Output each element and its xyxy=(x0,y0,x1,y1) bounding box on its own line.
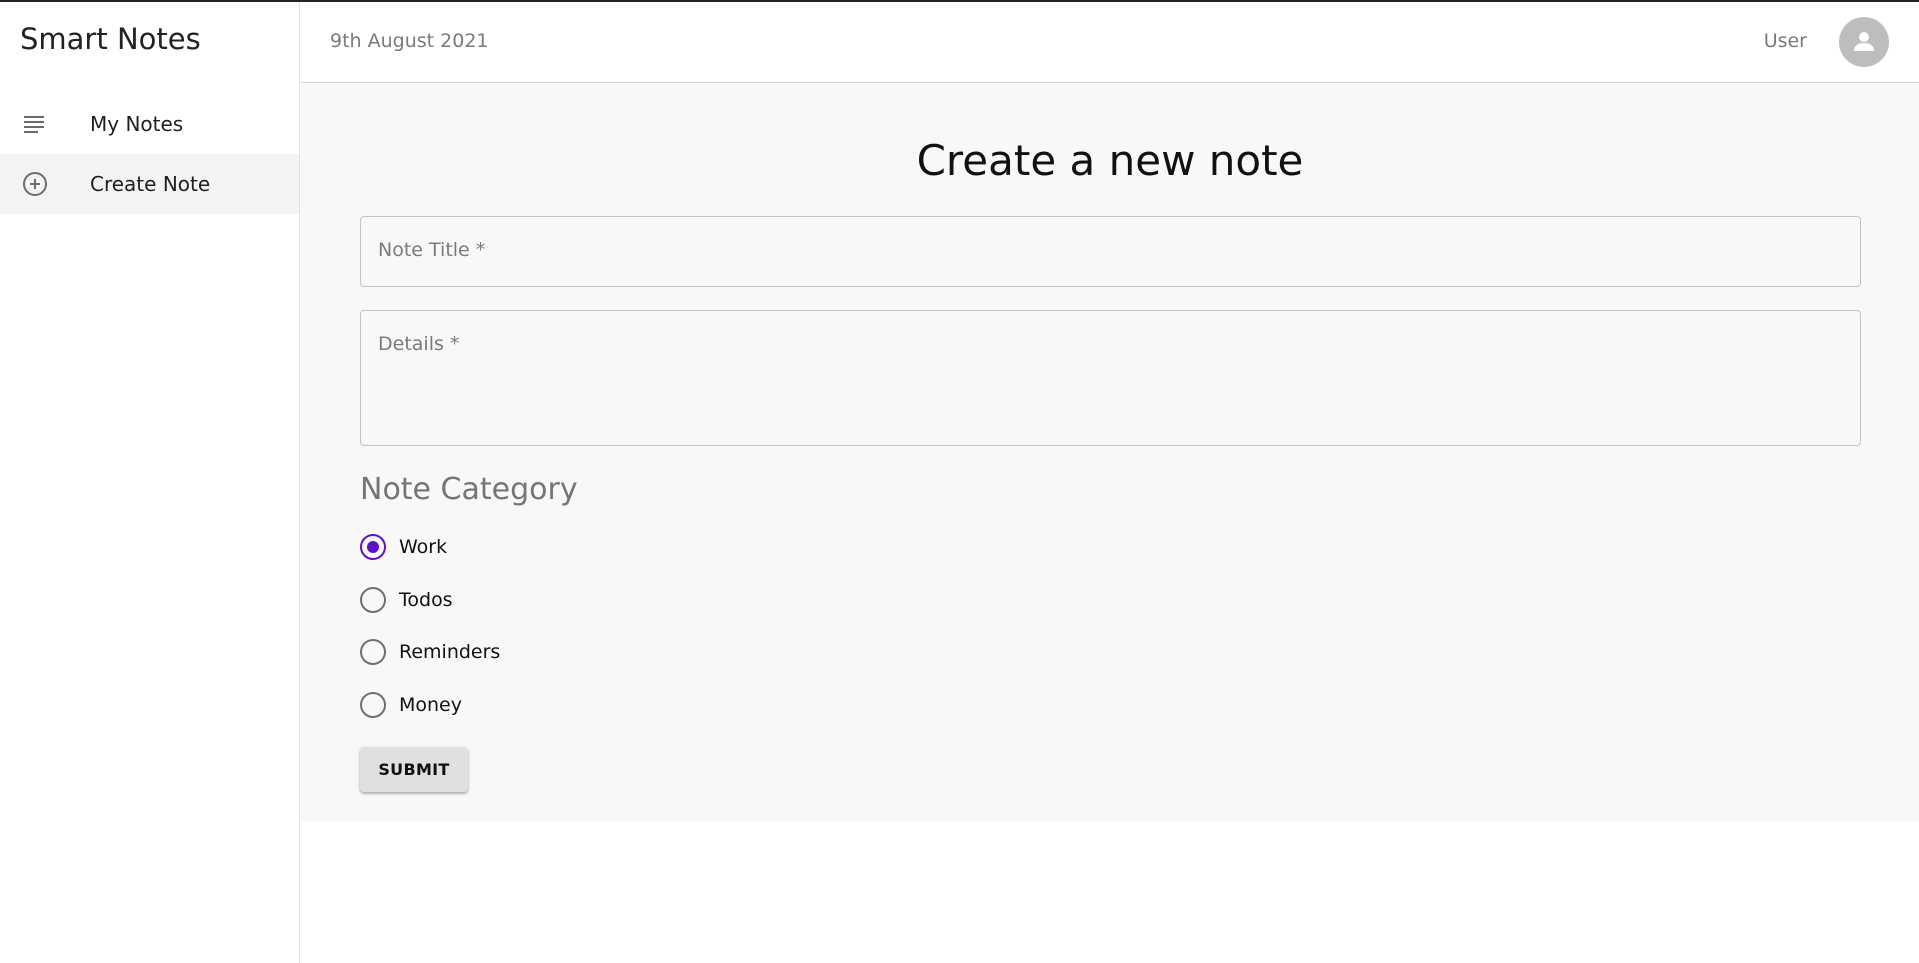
sidebar: Smart Notes My Notes Create Note xyxy=(0,2,300,963)
create-note-form: Create a new note Note Title * Details *… xyxy=(301,84,1919,822)
category-option-label: Reminders xyxy=(399,641,501,664)
category-option-money[interactable]: Money xyxy=(360,679,500,732)
details-field[interactable]: Details * xyxy=(360,310,1861,446)
radio-unchecked-icon[interactable] xyxy=(360,691,386,718)
sidebar-nav: My Notes Create Note xyxy=(0,94,299,214)
category-option-label: Money xyxy=(399,693,462,716)
radio-unchecked-icon[interactable] xyxy=(360,639,386,666)
radio-checked-icon[interactable] xyxy=(360,534,386,561)
sidebar-item-create-note[interactable]: Create Note xyxy=(0,154,299,214)
main-panel: 9th August 2021 User Create a new note N… xyxy=(301,2,1919,963)
details-textarea[interactable] xyxy=(361,311,1860,445)
category-option-todos[interactable]: Todos xyxy=(360,574,500,627)
app-title: Smart Notes xyxy=(20,22,201,56)
page-title: Create a new note xyxy=(916,136,1304,185)
account-avatar-icon[interactable] xyxy=(1839,17,1889,67)
category-option-reminders[interactable]: Reminders xyxy=(360,626,500,679)
user-name: User xyxy=(1763,30,1807,52)
sidebar-item-label: My Notes xyxy=(90,112,184,136)
note-category-heading: Note Category xyxy=(360,472,578,507)
current-date: 9th August 2021 xyxy=(330,30,489,52)
add-circle-icon xyxy=(0,171,90,197)
note-title-field[interactable]: Note Title * xyxy=(360,216,1861,287)
category-option-label: Work xyxy=(399,536,448,559)
category-option-work[interactable]: Work xyxy=(360,521,500,574)
submit-button[interactable]: SUBMIT xyxy=(360,747,468,792)
sidebar-item-label: Create Note xyxy=(90,172,211,196)
category-option-label: Todos xyxy=(399,588,453,611)
note-category-radio-group: Work Todos Reminders Money xyxy=(360,521,500,731)
radio-unchecked-icon[interactable] xyxy=(360,586,386,613)
notes-list-icon xyxy=(0,112,90,136)
app-bar: 9th August 2021 User xyxy=(301,2,1919,83)
note-title-input[interactable] xyxy=(361,217,1860,286)
sidebar-item-my-notes[interactable]: My Notes xyxy=(0,94,299,154)
